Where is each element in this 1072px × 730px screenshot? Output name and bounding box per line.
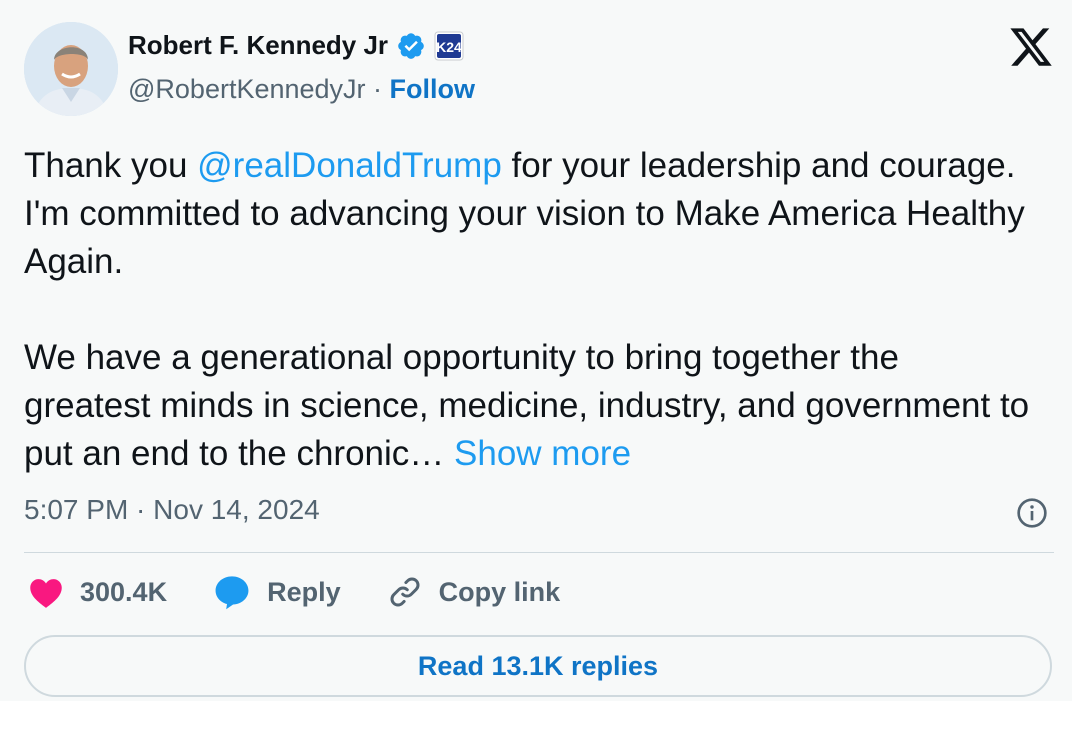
author-name-row: Robert F. Kennedy Jr K24 bbox=[128, 30, 464, 61]
tweet-text: Thank you bbox=[24, 146, 198, 185]
read-replies-label: Read 13.1K replies bbox=[417, 650, 659, 681]
author-name[interactable]: Robert F. Kennedy Jr bbox=[128, 30, 388, 61]
show-more-link[interactable]: Show more bbox=[454, 434, 631, 473]
read-replies-button[interactable]: Read 13.1K replies bbox=[24, 635, 1052, 697]
reply-button[interactable]: Reply bbox=[213, 574, 341, 610]
tweet-paragraph-2: We have a generational opportunity to br… bbox=[24, 334, 1034, 478]
avatar-photo bbox=[24, 22, 118, 116]
x-logo-icon[interactable] bbox=[1008, 24, 1054, 70]
author-handle[interactable]: @RobertKennedyJr bbox=[128, 74, 366, 104]
reply-bubble-icon bbox=[215, 576, 249, 610]
heart-icon bbox=[30, 579, 62, 608]
author-handle-row: @RobertKennedyJr · Follow bbox=[128, 74, 475, 105]
reply-label: Reply bbox=[267, 576, 341, 607]
like-count: 300.4K bbox=[80, 576, 168, 607]
verified-badge-icon bbox=[398, 32, 424, 59]
campaign-badge-icon: K24 bbox=[434, 31, 464, 60]
copy-link-label: Copy link bbox=[438, 576, 561, 607]
info-icon[interactable] bbox=[1016, 497, 1048, 529]
divider bbox=[24, 552, 1054, 553]
copy-link-button[interactable]: Copy link bbox=[387, 574, 561, 610]
follow-button[interactable]: Follow bbox=[390, 74, 475, 104]
link-icon bbox=[390, 577, 420, 607]
tweet-card: Robert F. Kennedy Jr K24 @RobertKennedyJ… bbox=[0, 0, 1072, 701]
like-button[interactable]: 300.4K bbox=[28, 575, 167, 609]
action-bar: 300.4K Reply Copy link bbox=[28, 574, 606, 610]
tweet-paragraph-1: Thank you @realDonaldTrump for your lead… bbox=[24, 142, 1034, 286]
handle-separator: · bbox=[365, 74, 390, 104]
svg-text:K24: K24 bbox=[436, 39, 462, 55]
mention-link[interactable]: @realDonaldTrump bbox=[197, 146, 502, 185]
tweet-body: Thank you @realDonaldTrump for your lead… bbox=[24, 142, 1034, 478]
tweet-timestamp[interactable]: 5:07 PM · Nov 14, 2024 bbox=[24, 494, 320, 526]
avatar[interactable] bbox=[24, 22, 118, 116]
